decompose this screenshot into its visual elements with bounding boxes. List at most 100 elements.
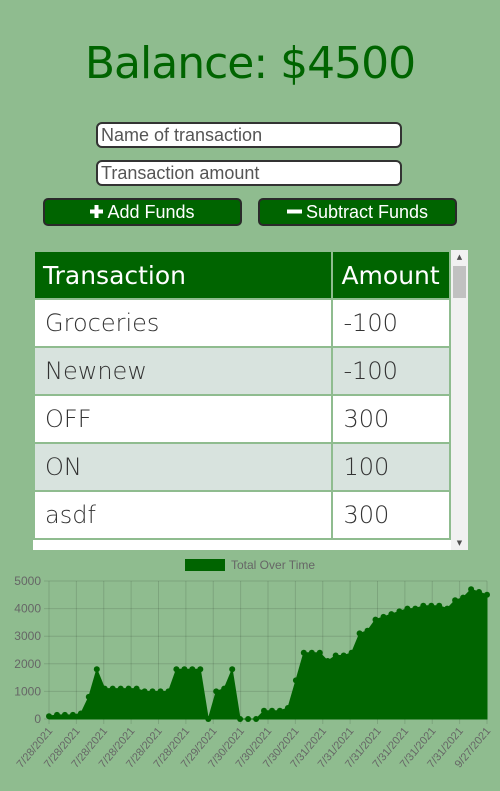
transactions-table: Transaction Amount Groceries -100 Newnew… [33,250,451,540]
data-point[interactable] [300,649,307,656]
table-header-row: Transaction Amount [35,252,449,298]
balance-heading: Balance: $4500 [84,38,416,89]
data-point[interactable] [428,602,435,609]
data-point[interactable] [460,594,467,601]
data-point[interactable] [221,685,228,692]
data-point[interactable] [276,707,283,714]
data-point[interactable] [308,649,315,656]
data-point[interactable] [476,589,482,595]
data-point[interactable] [468,586,475,593]
transaction-amount-cell: 300 [333,492,449,538]
data-point[interactable] [436,602,443,609]
data-point[interactable] [444,605,451,612]
total-over-time-chart: Total Over Time 0 1000 2000 3000 4000 5000 7/… [14,558,494,770]
data-point[interactable] [324,658,331,664]
transaction-name-cell: ON [35,444,332,490]
data-point[interactable] [101,685,108,692]
scrollbar-thumb[interactable] [453,266,466,298]
y-tick-label: 0 [34,712,41,726]
y-tick-label: 2000 [14,657,41,671]
transaction-name-cell: asdf [35,492,332,538]
data-point[interactable] [332,652,339,659]
plus-icon [90,202,104,223]
data-point[interactable] [292,677,299,684]
data-point[interactable] [157,688,164,695]
data-point[interactable] [109,685,116,692]
column-header-transaction: Transaction [35,252,332,298]
table-scrollbar[interactable]: ▲ ▼ [451,250,468,550]
data-point[interactable] [340,652,347,659]
data-point[interactable] [117,685,124,692]
data-point[interactable] [54,711,60,718]
transaction-amount-cell: -100 [333,348,449,394]
data-point[interactable] [165,688,172,695]
y-tick-label: 5000 [14,574,41,588]
data-point[interactable] [141,688,148,695]
y-axis-ticks: 0 1000 2000 3000 4000 5000 [14,574,41,726]
data-point[interactable] [245,716,252,722]
data-point[interactable] [133,685,140,692]
data-point[interactable] [284,705,291,711]
add-funds-button[interactable]: Add Funds [43,198,242,226]
scroll-up-arrow-icon[interactable]: ▲ [451,250,468,264]
data-point[interactable] [452,597,459,604]
data-point[interactable] [213,688,220,695]
data-point[interactable] [364,627,371,634]
data-point[interactable] [85,693,92,700]
data-point[interactable] [484,591,490,598]
data-point[interactable] [237,716,244,722]
data-point[interactable] [93,666,100,673]
add-funds-label: Add Funds [107,201,195,222]
subtract-funds-button[interactable]: Subtract Funds [258,198,457,226]
table-row: asdf 300 [35,492,449,538]
data-point[interactable] [181,666,188,673]
legend-label: Total Over Time [231,558,315,572]
data-point[interactable] [269,707,275,714]
transactions-table-container[interactable]: Transaction Amount Groceries -100 Newnew… [33,250,468,550]
transaction-name-cell: Groceries [35,300,332,346]
data-point[interactable] [69,711,76,718]
data-point[interactable] [420,602,427,609]
data-point[interactable] [189,666,196,673]
transaction-name-cell: OFF [35,396,332,442]
scroll-down-arrow-icon[interactable]: ▼ [451,536,468,550]
data-point[interactable] [253,716,260,722]
legend-swatch [185,559,225,571]
data-point[interactable] [388,611,395,618]
table-row: ON 100 [35,444,449,490]
data-point[interactable] [173,666,180,673]
transaction-name-cell: Newnew [35,348,332,394]
data-point[interactable] [197,666,204,673]
data-point[interactable] [77,710,84,717]
data-point[interactable] [412,605,419,612]
data-point[interactable] [404,605,411,612]
subtract-funds-label: Subtract Funds [305,201,429,222]
data-point[interactable] [380,613,387,620]
data-point[interactable] [372,616,379,623]
data-point[interactable] [149,688,156,695]
data-point[interactable] [205,716,212,722]
transaction-amount-input[interactable] [96,160,402,186]
minus-icon [286,202,302,223]
data-point[interactable] [316,649,323,656]
table-row: Newnew -100 [35,348,449,394]
transaction-amount-cell: 100 [333,444,449,490]
data-point[interactable] [46,713,52,720]
transaction-amount-cell: 300 [333,396,449,442]
y-tick-label: 1000 [14,684,41,698]
transaction-amount-cell: -100 [333,300,449,346]
data-point[interactable] [229,666,236,673]
data-point[interactable] [396,608,403,615]
table-row: OFF 300 [35,396,449,442]
data-point[interactable] [125,685,132,692]
data-point[interactable] [61,711,68,718]
table-row: Groceries -100 [35,300,449,346]
data-point[interactable] [261,707,267,714]
y-tick-label: 4000 [14,602,41,616]
transaction-name-input[interactable] [96,122,402,148]
data-point[interactable] [348,649,355,656]
x-axis-ticks: 7/28/20217/28/20217/28/20217/28/20217/28… [15,725,494,770]
column-header-amount: Amount [333,252,449,298]
y-tick-label: 3000 [14,629,41,643]
data-point[interactable] [356,630,363,637]
